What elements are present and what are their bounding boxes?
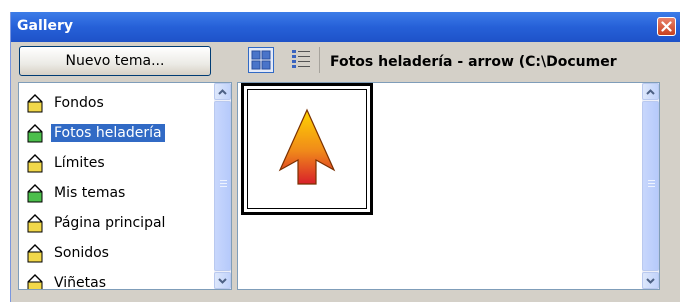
folder-green-icon bbox=[25, 122, 45, 144]
folder-green-icon bbox=[25, 182, 45, 204]
gallery-item-arrow[interactable] bbox=[241, 83, 373, 215]
theme-list-item[interactable]: Página principal bbox=[21, 209, 215, 237]
arrow-up-icon bbox=[278, 108, 336, 185]
scroll-down-button[interactable] bbox=[214, 272, 231, 289]
icon-view-button[interactable] bbox=[248, 47, 274, 73]
theme-list-item-label: Sonidos bbox=[54, 245, 109, 261]
window-title: Gallery bbox=[17, 18, 74, 34]
title-bar[interactable]: Gallery bbox=[11, 12, 680, 42]
chevron-down-icon bbox=[646, 277, 655, 284]
theme-list-item[interactable]: Fondos bbox=[21, 89, 215, 117]
gallery-path-title: Fotos heladería - arrow (C:\Documer bbox=[330, 54, 617, 70]
grid-view-icon bbox=[251, 50, 271, 70]
chevron-down-icon bbox=[218, 277, 227, 284]
theme-list-item-label: Página principal bbox=[54, 215, 166, 231]
theme-list[interactable]: Fondos Fotos heladería Límites Mis temas Pág… bbox=[18, 82, 232, 290]
theme-list-item-label: Fondos bbox=[54, 95, 104, 111]
theme-list-item-label: Fotos heladería bbox=[51, 124, 165, 142]
list-view-icon bbox=[292, 50, 310, 68]
scroll-up-button[interactable] bbox=[214, 83, 231, 100]
scroll-thumb[interactable] bbox=[214, 101, 231, 271]
new-theme-button[interactable]: Nuevo tema... bbox=[19, 46, 211, 76]
theme-list-item[interactable]: Sonidos bbox=[21, 239, 215, 267]
folder-yellow-icon bbox=[25, 92, 45, 114]
theme-list-item[interactable]: Fotos heladería bbox=[21, 119, 215, 147]
folder-yellow-icon bbox=[25, 242, 45, 264]
folder-yellow-icon bbox=[25, 212, 45, 234]
background-document bbox=[0, 0, 10, 302]
close-icon bbox=[661, 21, 672, 32]
preview-scroll-up-button[interactable] bbox=[642, 83, 659, 100]
folder-yellow-icon bbox=[25, 272, 45, 289]
theme-list-item-label: Viñetas bbox=[54, 275, 107, 290]
theme-list-scrollbar[interactable] bbox=[214, 83, 231, 289]
theme-list-item[interactable]: Viñetas bbox=[21, 269, 215, 290]
gallery-preview[interactable] bbox=[237, 82, 660, 290]
theme-list-item-label: Límites bbox=[54, 155, 105, 171]
folder-yellow-icon bbox=[25, 152, 45, 174]
theme-list-item-label: Mis temas bbox=[54, 185, 126, 201]
theme-list-item[interactable]: Límites bbox=[21, 149, 215, 177]
chevron-up-icon bbox=[218, 88, 227, 95]
preview-scroll-thumb[interactable] bbox=[642, 101, 659, 271]
theme-list-item[interactable]: Mis temas bbox=[21, 179, 215, 207]
preview-scrollbar[interactable] bbox=[642, 83, 659, 289]
close-button[interactable] bbox=[657, 17, 676, 36]
preview-scroll-down-button[interactable] bbox=[642, 272, 659, 289]
toolbar-separator bbox=[319, 47, 320, 73]
chevron-up-icon bbox=[646, 88, 655, 95]
detail-view-button[interactable] bbox=[289, 47, 315, 73]
